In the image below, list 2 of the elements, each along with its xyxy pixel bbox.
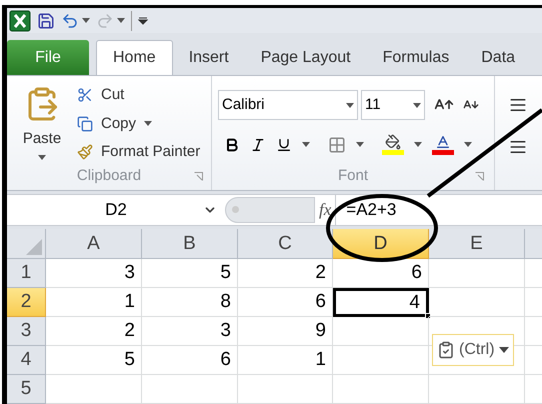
group-label: Font	[338, 166, 368, 186]
group-label: Clipboard	[76, 166, 142, 186]
